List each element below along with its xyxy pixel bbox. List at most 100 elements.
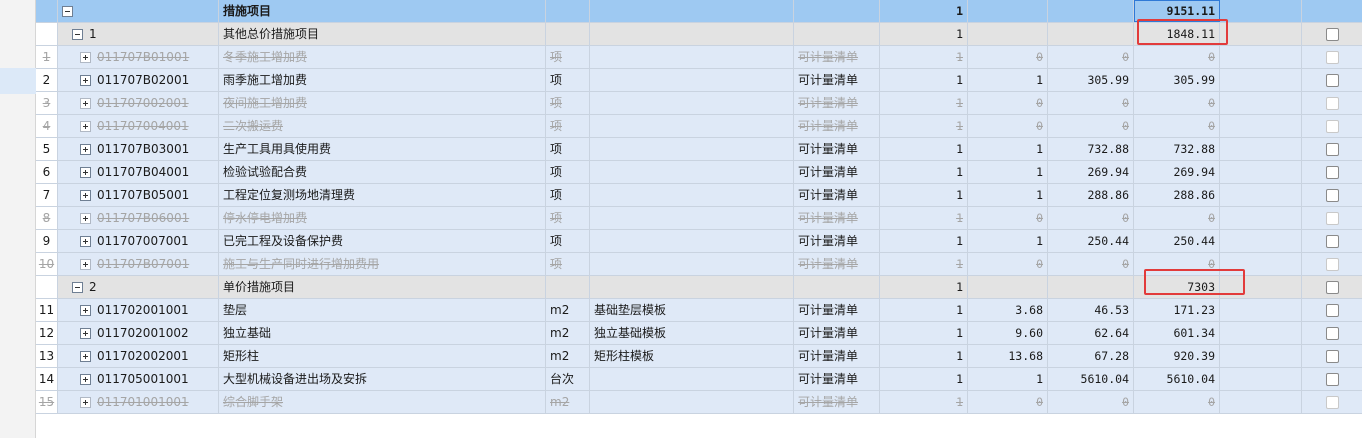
row-checkbox[interactable]	[1325, 28, 1339, 41]
code-cell: 011707B07001	[58, 253, 219, 275]
collapse-icon[interactable]	[72, 281, 83, 293]
row-number-cell	[36, 0, 58, 22]
row-checkbox[interactable]	[1325, 258, 1339, 271]
measures-grid: 措施项目 1 9151.11 1 其他总价措施项目 1 1848.11 1 011707B…	[36, 0, 1362, 414]
row-checkbox[interactable]	[1325, 350, 1339, 363]
item-unit: 项	[546, 207, 590, 229]
table-row[interactable]: 14 011705001001 大型机械设备进出场及安拆 台次 可计量清单 1 1 5610.…	[36, 368, 1362, 391]
expand-icon[interactable]	[80, 166, 91, 178]
code-cell: 1	[58, 23, 219, 45]
item-unit-price: 62.64	[1048, 322, 1134, 344]
code-cell: 011705001001	[58, 368, 219, 390]
table-row[interactable]: 13 011702002001 矩形柱 m2 矩形柱模板 可计量清单 1 13.68 67.28…	[36, 345, 1362, 368]
expand-icon[interactable]	[80, 120, 91, 132]
total-cell[interactable]: 1848.11	[1134, 23, 1220, 45]
table-row[interactable]: 11 011702001001 垫层 m2 基础垫层模板 可计量清单 1 3.68 46.53 1…	[36, 299, 1362, 322]
group-code: 2	[89, 280, 97, 294]
checkbox-cell	[1302, 115, 1362, 137]
expand-icon[interactable]	[80, 51, 91, 63]
item-total: 732.88	[1134, 138, 1220, 160]
table-row[interactable]: 5 011707B03001 生产工具用具使用费项可计量清单 1 1 732.88 732.…	[36, 138, 1362, 161]
item-code: 011707B07001	[97, 257, 190, 271]
item-type: 可计量清单	[794, 69, 880, 91]
expand-icon[interactable]	[80, 304, 91, 316]
expand-icon[interactable]	[80, 396, 91, 408]
table-row[interactable]: 15 011701001001 综合脚手架 m2 可计量清单 1 0 0 0	[36, 391, 1362, 414]
table-row[interactable]: 9 011707007001 已完工程及设备保护费项可计量清单 1 1 250.44 250…	[36, 230, 1362, 253]
table-row[interactable]: 6 011707B04001 检验试验配合费项可计量清单 1 1 269.94 269.94	[36, 161, 1362, 184]
row-checkbox[interactable]	[1325, 166, 1339, 179]
table-row[interactable]: 8 011707B06001 停水停电增加费项可计量清单 1 0 0 0	[36, 207, 1362, 230]
item-quantity: 1	[880, 230, 968, 252]
item-code: 011701001001	[97, 395, 189, 409]
row-number: 13	[36, 345, 58, 367]
item-unit: 项	[546, 253, 590, 275]
total-cell[interactable]: 7303	[1134, 276, 1220, 298]
expand-icon[interactable]	[80, 235, 91, 247]
row-number: 2	[36, 69, 58, 91]
row-checkbox[interactable]	[1325, 281, 1339, 294]
row-checkbox[interactable]	[1325, 212, 1339, 225]
table-row[interactable]: 3 011707002001 夜间施工增加费项可计量清单 1 0 0 0	[36, 92, 1362, 115]
top-row[interactable]: 措施项目 1 9151.11	[36, 0, 1362, 23]
expand-icon[interactable]	[80, 373, 91, 385]
row-checkbox[interactable]	[1325, 396, 1339, 409]
collapse-icon[interactable]	[72, 28, 83, 40]
expand-icon[interactable]	[80, 74, 91, 86]
item-work-quantity: 1	[968, 69, 1048, 91]
table-row[interactable]: 2 011707B02001 雨季施工增加费项可计量清单 1 1 305.99 305.99	[36, 69, 1362, 92]
expand-icon[interactable]	[80, 258, 91, 270]
row-checkbox[interactable]	[1325, 51, 1339, 64]
row-checkbox[interactable]	[1325, 304, 1339, 317]
item-code: 011707B04001	[97, 165, 190, 179]
item-quantity: 1	[880, 207, 968, 229]
item-code: 011707004001	[97, 119, 189, 133]
item-work-quantity: 1	[968, 161, 1048, 183]
row-checkbox[interactable]	[1325, 120, 1339, 133]
group-row[interactable]: 1 其他总价措施项目 1 1848.11	[36, 23, 1362, 46]
item-unit-price: 0	[1048, 92, 1134, 114]
item-name: 工程定位复测场地清理费	[219, 184, 546, 206]
extra-cell	[1220, 69, 1302, 91]
row-checkbox[interactable]	[1325, 235, 1339, 248]
row-checkbox[interactable]	[1325, 373, 1339, 386]
expand-icon[interactable]	[80, 212, 91, 224]
expand-icon[interactable]	[80, 97, 91, 109]
row-checkbox[interactable]	[1325, 327, 1339, 340]
extra-cell	[1220, 23, 1302, 45]
expand-icon[interactable]	[80, 189, 91, 201]
row-number: 11	[36, 299, 58, 321]
table-row[interactable]: 7 011707B05001 工程定位复测场地清理费项可计量清单 1 1 288.86 28…	[36, 184, 1362, 207]
item-feature	[590, 161, 794, 183]
row-checkbox[interactable]	[1325, 97, 1339, 110]
item-code: 011702001001	[97, 303, 189, 317]
collapse-icon[interactable]	[62, 5, 73, 17]
row-checkbox[interactable]	[1325, 74, 1339, 87]
extra-cell	[1220, 92, 1302, 114]
item-name: 施工与生产同时进行增加费用	[219, 253, 546, 275]
item-feature: 矩形柱模板	[590, 345, 794, 367]
row-checkbox[interactable]	[1325, 189, 1339, 202]
group-row[interactable]: 2 单价措施项目 1 7303	[36, 276, 1362, 299]
code-cell: 011702002001	[58, 345, 219, 367]
table-row[interactable]: 1 011707B01001 冬季施工增加费项可计量清单 1 0 0 0	[36, 46, 1362, 69]
left-panel-selection	[0, 68, 36, 94]
total-cell[interactable]: 9151.11	[1134, 0, 1220, 22]
group-name: 单价措施项目	[219, 276, 546, 298]
table-row[interactable]: 4 011707004001 二次搬运费项可计量清单 1 0 0 0	[36, 115, 1362, 138]
expand-icon[interactable]	[80, 327, 91, 339]
expand-icon[interactable]	[80, 350, 91, 362]
code-cell: 011701001001	[58, 391, 219, 413]
item-code: 011707B06001	[97, 211, 190, 225]
item-type: 可计量清单	[794, 92, 880, 114]
item-feature	[590, 92, 794, 114]
item-code: 011707B02001	[97, 73, 190, 87]
row-checkbox[interactable]	[1325, 143, 1339, 156]
item-code: 011707B05001	[97, 188, 190, 202]
expand-icon[interactable]	[80, 143, 91, 155]
table-row[interactable]: 10 011707B07001 施工与生产同时进行增加费用项可计量清单 1 0 0 0	[36, 253, 1362, 276]
item-quantity: 1	[880, 92, 968, 114]
table-row[interactable]: 12 011702001002 独立基础 m2 独立基础模板 可计量清单 1 9.60 62.6…	[36, 322, 1362, 345]
checkbox-cell	[1302, 138, 1362, 160]
item-unit-price: 732.88	[1048, 138, 1134, 160]
